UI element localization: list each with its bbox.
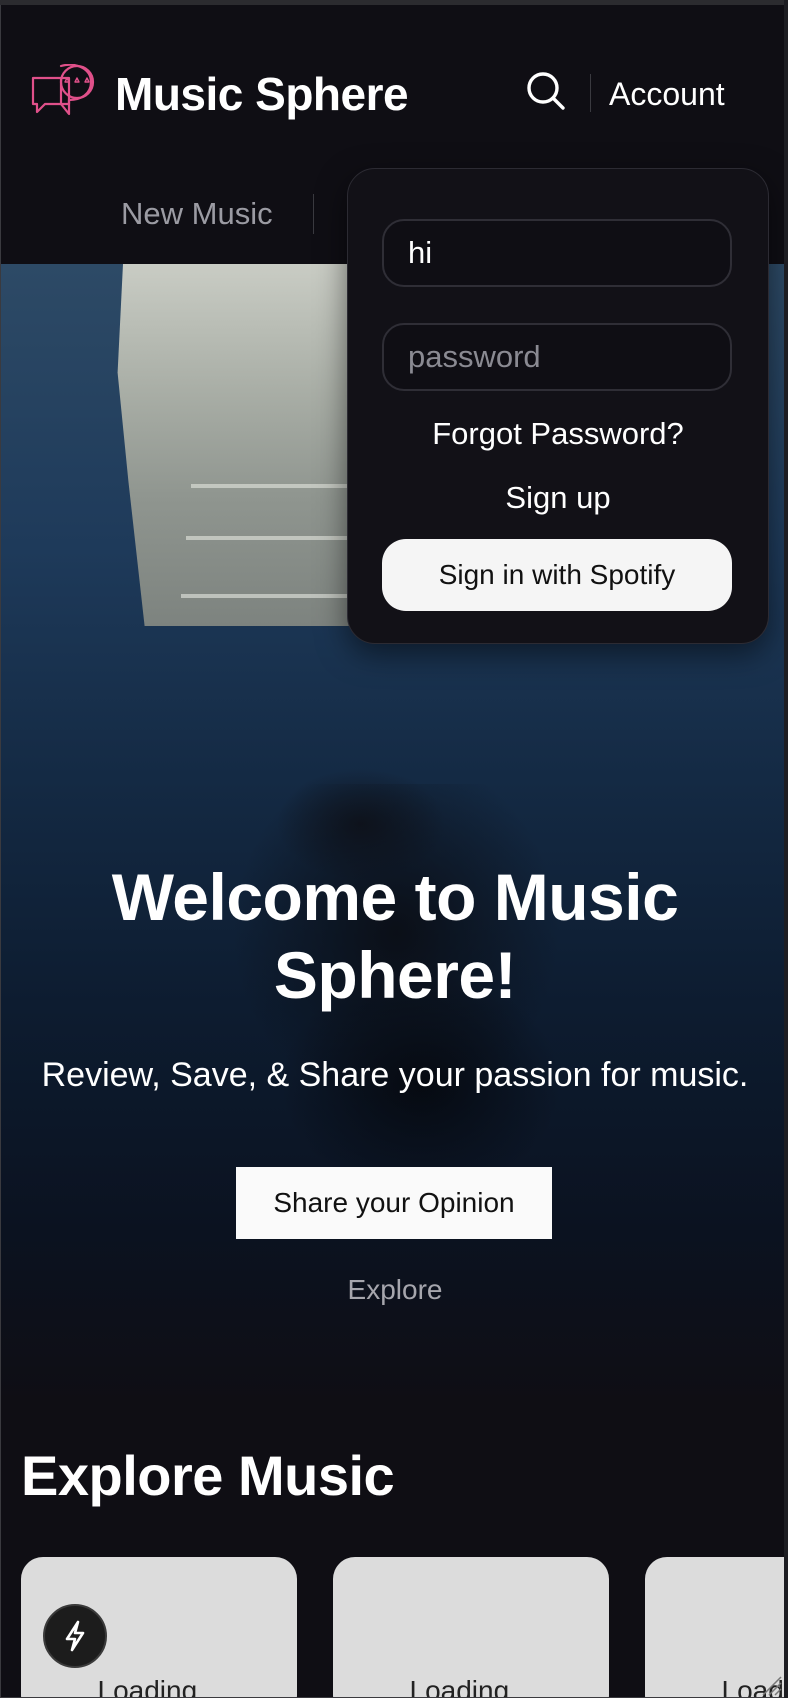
explore-link[interactable]: Explore <box>1 1272 787 1308</box>
app-window: Music Sphere Account New Music Welcome t… <box>0 0 787 1698</box>
account-button[interactable]: Account <box>609 74 725 114</box>
hero-subtitle: Review, Save, & Share your passion for m… <box>41 1056 749 1094</box>
pool-step-decoration <box>181 594 361 598</box>
lightning-bolt-icon[interactable] <box>43 1604 107 1668</box>
music-card[interactable]: Loading... <box>333 1557 609 1698</box>
card-loading-label: Loading... <box>97 1675 221 1698</box>
hero-background-image <box>117 264 366 626</box>
resize-handle-icon[interactable] <box>755 1669 783 1697</box>
window-right-edge <box>784 0 788 1698</box>
username-field[interactable] <box>382 219 732 287</box>
pool-step-decoration <box>191 484 361 488</box>
sign-up-link[interactable]: Sign up <box>348 478 768 518</box>
forgot-password-link[interactable]: Forgot Password? <box>348 414 768 454</box>
pool-step-decoration <box>186 536 361 540</box>
window-top-edge <box>0 0 788 5</box>
explore-section-title: Explore Music <box>21 1444 395 1507</box>
share-opinion-button[interactable]: Share your Opinion <box>236 1167 552 1239</box>
account-dropdown: Forgot Password? Sign up Sign in with Sp… <box>347 168 769 644</box>
spotify-sign-in-button[interactable]: Sign in with Spotify <box>382 539 732 611</box>
header-divider <box>590 74 591 112</box>
brand-title[interactable]: Music Sphere <box>115 64 409 124</box>
search-icon[interactable] <box>525 70 567 112</box>
hero-title: Welcome to Music Sphere! <box>111 860 679 1012</box>
card-loading-label: Loading... <box>409 1675 533 1698</box>
nav-divider <box>313 194 314 234</box>
nav-item-new-music[interactable]: New Music <box>121 194 273 234</box>
chat-bubbles-stars-icon[interactable] <box>29 63 99 124</box>
password-field[interactable] <box>382 323 732 391</box>
